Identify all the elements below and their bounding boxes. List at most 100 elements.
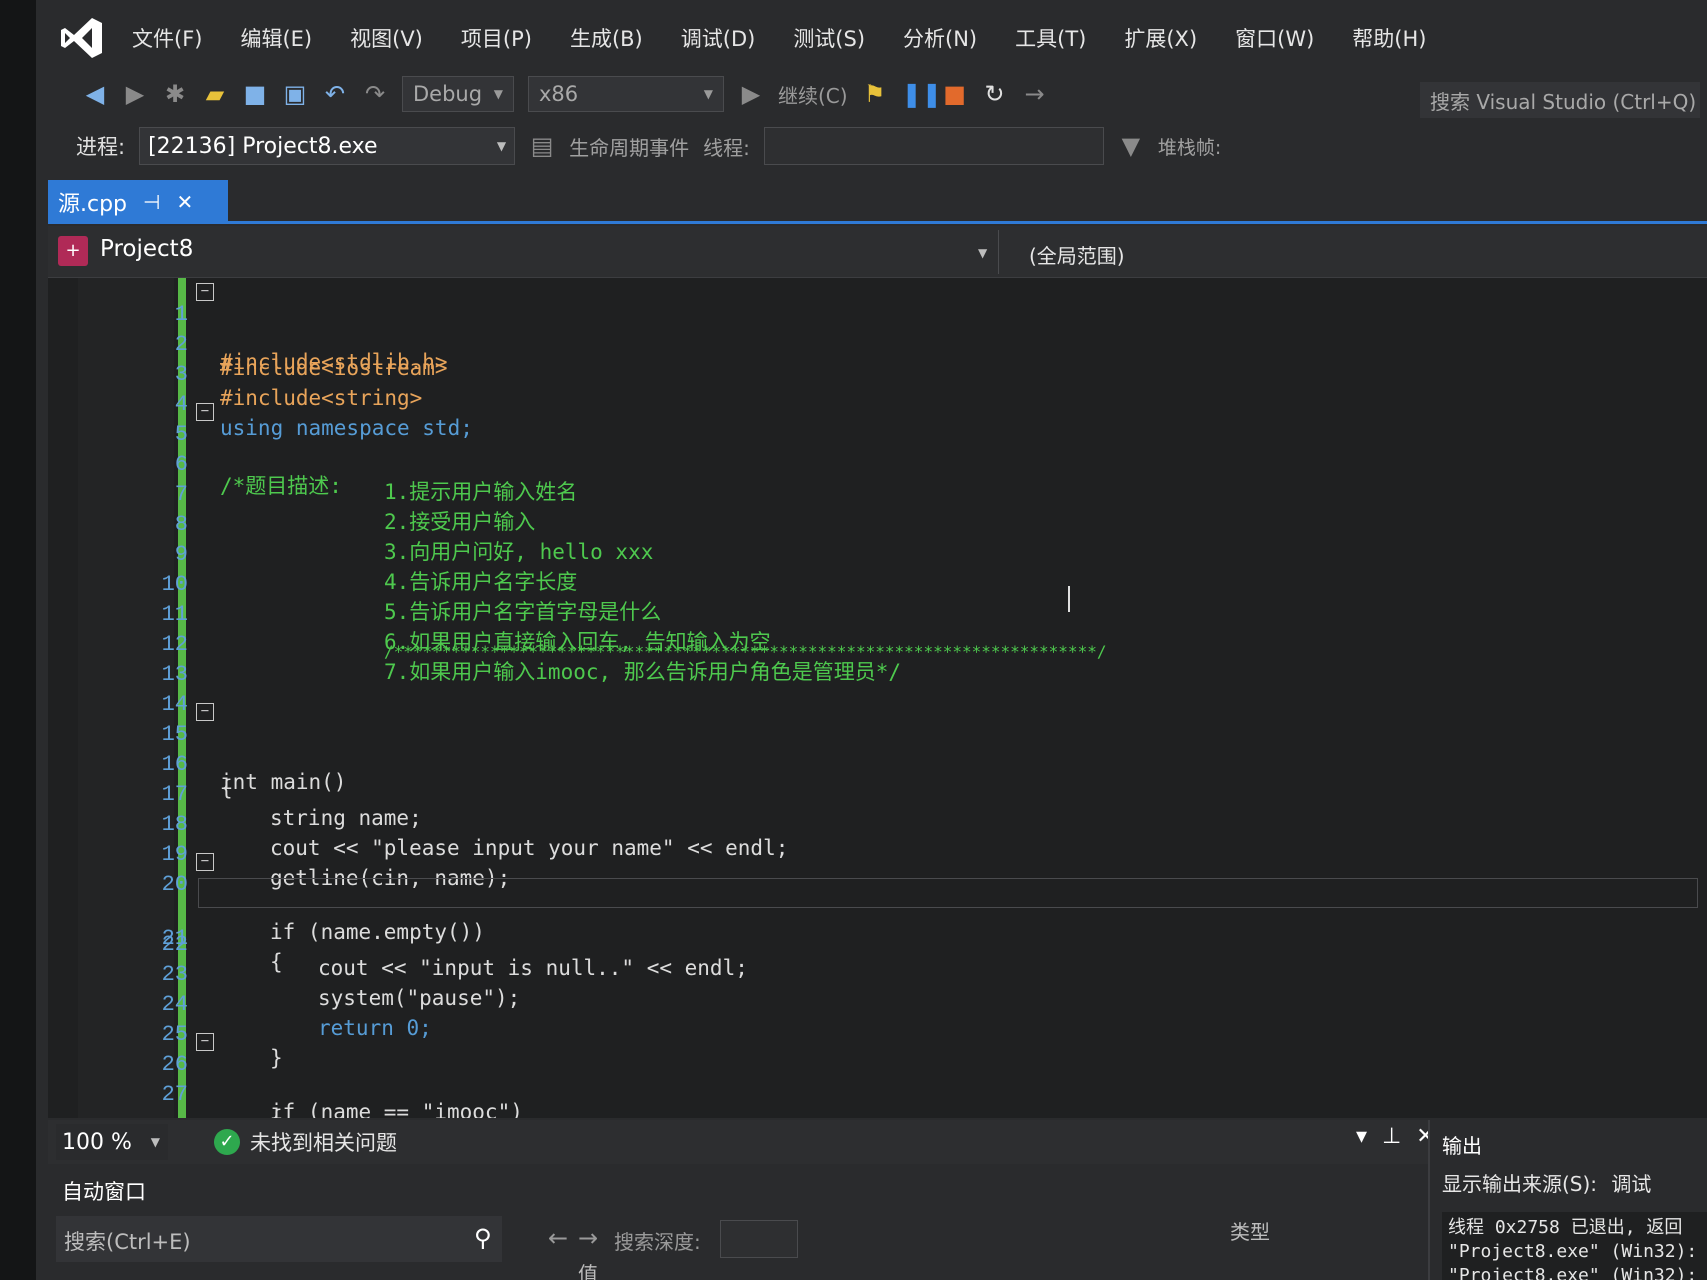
collapse-icon[interactable]: −: [196, 283, 214, 301]
collapse-icon[interactable]: −: [196, 1033, 214, 1051]
menu-help[interactable]: 帮助(H): [1352, 23, 1426, 53]
play-icon[interactable]: ▶: [738, 80, 764, 108]
code-line: 18 cout << "please input your name" << e…: [48, 788, 1707, 860]
output-text[interactable]: 线程 0x2758 已退出, 返回 "Project8.exe" (Win32)…: [1442, 1212, 1707, 1280]
code-line: 27 {: [48, 1058, 1707, 1118]
menu-file[interactable]: 文件(F): [132, 23, 202, 53]
code-line: 7 2.接受用户输入: [48, 458, 1707, 534]
process-dropdown[interactable]: [22136] Project8.exe ▼: [139, 127, 516, 165]
menu-view[interactable]: 视图(V): [350, 23, 423, 53]
restart-icon[interactable]: ↻: [982, 80, 1008, 108]
search-depth-label: 搜索深度:: [614, 1230, 701, 1254]
pin-icon[interactable]: ⊣: [143, 190, 160, 214]
zoom-dropdown[interactable]: 100 % ▼: [56, 1124, 168, 1160]
stop-icon[interactable]: ■: [942, 80, 968, 108]
save-icon[interactable]: ■: [242, 80, 268, 108]
scope-dropdown[interactable]: (全局范围): [998, 230, 1707, 274]
open-file-icon[interactable]: ▰: [202, 80, 228, 108]
zoom-value: 100 %: [62, 1129, 132, 1155]
code-line: 19 getline(cin, name);: [48, 818, 1707, 890]
pin-icon[interactable]: ⊥: [1382, 1124, 1401, 1149]
output-source-row: 显示输出来源(S): 调试: [1442, 1168, 1651, 1197]
output-source-dropdown[interactable]: 调试: [1611, 1172, 1651, 1196]
config-value: Debug: [413, 82, 483, 106]
arrow-left-icon[interactable]: ←: [548, 1224, 568, 1252]
collapse-icon[interactable]: −: [196, 703, 214, 721]
code-line: 20 − if (name.empty()): [48, 848, 1707, 944]
code-line: 22 cout << "input is null.." << endl;: [48, 908, 1707, 980]
panel-tools: ▾ ⊥ ✕: [1356, 1124, 1435, 1149]
output-title: 输出: [1442, 1134, 1482, 1158]
menu-edit[interactable]: 编辑(E): [240, 23, 312, 53]
project-dropdown[interactable]: Project8: [100, 236, 193, 262]
menu-test[interactable]: 测试(S): [793, 23, 865, 53]
save-all-icon[interactable]: ▣: [282, 80, 308, 108]
code-line: 2 #include<iostream>: [48, 308, 1707, 380]
output-line: 线程 0x2758 已退出, 返回: [1448, 1217, 1683, 1238]
code-line: 6 1.提示用户输入姓名: [48, 428, 1707, 504]
back-icon[interactable]: ◀: [82, 80, 108, 108]
collapse-icon[interactable]: −: [196, 853, 214, 871]
undo-icon[interactable]: ↶: [322, 80, 348, 108]
lifecycle-icon: ▤: [530, 132, 554, 160]
current-line-highlight: [198, 878, 1698, 908]
tab-source-cpp[interactable]: 源.cpp ⊣ ✕: [48, 180, 228, 224]
attach-process-icon[interactable]: ⚑: [862, 80, 888, 108]
stack-frame-label: 堆栈帧:: [1157, 136, 1222, 159]
dropdown-icon[interactable]: ▾: [1356, 1124, 1367, 1149]
menu-project[interactable]: 项目(P): [461, 23, 532, 53]
check-circle-icon: ✓: [214, 1129, 240, 1155]
code-line: 13 /************************************…: [48, 638, 1707, 687]
menu-debug[interactable]: 调试(D): [681, 23, 756, 53]
column-header-type[interactable]: 类型: [1230, 1216, 1270, 1245]
issues-status[interactable]: 未找到相关问题: [250, 1127, 397, 1157]
forward-icon[interactable]: ▶: [122, 80, 148, 108]
config-dropdown[interactable]: Debug ▼: [402, 76, 514, 112]
autos-search-input[interactable]: 搜索(Ctrl+E): [56, 1216, 502, 1262]
new-project-icon[interactable]: ✱: [162, 80, 188, 108]
menu-window[interactable]: 窗口(W): [1235, 23, 1314, 53]
search-depth-dropdown[interactable]: [720, 1220, 798, 1258]
chevron-down-icon: ▼: [493, 87, 503, 101]
menu-build[interactable]: 生成(B): [570, 23, 643, 53]
arrow-right-icon[interactable]: →: [578, 1224, 598, 1252]
code-line: 3 #include<string>: [48, 338, 1707, 410]
code-text: /***************************************…: [384, 642, 1107, 661]
menu-extensions[interactable]: 扩展(X): [1124, 23, 1197, 53]
close-icon[interactable]: ✕: [176, 190, 193, 214]
code-line-current: 21 {: [48, 878, 1707, 974]
chevron-down-icon[interactable]: ▼: [978, 246, 987, 260]
process-value: [22136] Project8.exe: [148, 133, 378, 159]
collapse-icon[interactable]: −: [196, 403, 214, 421]
menu-bar: 文件(F) 编辑(E) 视图(V) 项目(P) 生成(B) 调试(D) 测试(S…: [36, 10, 1707, 66]
document-tab-bar: 源.cpp ⊣ ✕: [48, 180, 1707, 224]
project-icon: +: [58, 236, 88, 266]
column-header-value[interactable]: 值: [578, 1258, 598, 1280]
filter-icon[interactable]: ▼: [1118, 132, 1144, 160]
code-line: 1 − #include<stdlib.h>: [48, 278, 1707, 374]
vs-search-box[interactable]: 搜索 Visual Studio (Ctrl+Q): [1420, 82, 1700, 118]
code-line: 14: [48, 668, 1707, 717]
text-cursor-icon: [1068, 586, 1070, 612]
code-line: 4 using namespace std;: [48, 368, 1707, 440]
step-icon[interactable]: →: [1022, 80, 1048, 108]
lifecycle-events-button[interactable]: 生命周期事件: [569, 132, 689, 161]
redo-icon[interactable]: ↷: [362, 80, 388, 108]
line-number: 27: [161, 1082, 188, 1107]
menu-analyze[interactable]: 分析(N): [903, 23, 977, 53]
code-line: 23 system("pause");: [48, 938, 1707, 1010]
platform-value: x86: [539, 82, 579, 106]
code-editor[interactable]: 1 − #include<stdlib.h> 2 #include<iostre…: [48, 278, 1707, 1118]
code-line: 11 6.如果用户直接输入回车, 告知输入为空: [48, 578, 1707, 654]
menu-tools[interactable]: 工具(T): [1015, 23, 1086, 53]
code-line: 9 4.告诉用户名字长度: [48, 518, 1707, 594]
pause-icon[interactable]: ❚❚: [902, 80, 942, 108]
code-line: 10 5.告诉用户名字首字母是什么: [48, 548, 1707, 624]
search-icon[interactable]: ⚲: [474, 1224, 492, 1252]
platform-dropdown[interactable]: x86 ▼: [528, 76, 724, 112]
code-line: 8 3.向用户问好, hello xxx: [48, 488, 1707, 564]
thread-label: 线程:: [703, 135, 750, 160]
thread-dropdown[interactable]: [763, 127, 1104, 165]
process-label: 进程:: [76, 135, 126, 159]
continue-button[interactable]: 继续(C): [778, 80, 848, 109]
